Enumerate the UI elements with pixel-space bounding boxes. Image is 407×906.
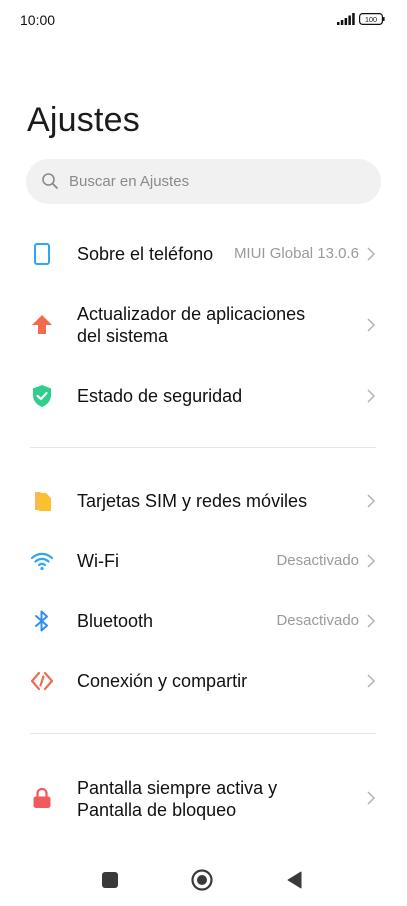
battery-icon: 100 — [359, 13, 385, 25]
chevron-right-icon — [367, 791, 376, 805]
back-triangle-icon[interactable] — [283, 868, 307, 892]
battery-level: 100 — [365, 15, 377, 24]
wifi-icon — [30, 552, 54, 571]
status-bar: 10:00 100 — [0, 0, 407, 40]
chevron-right-icon — [367, 554, 376, 568]
settings-item-label: Wi-Fi — [77, 551, 119, 571]
bluetooth-icon — [35, 610, 48, 632]
settings-item-label-line2: Pantalla de bloqueo — [77, 800, 237, 820]
settings-item-label: Bluetooth — [77, 611, 154, 631]
settings-item-value: Desactivado — [276, 612, 359, 629]
status-time: 10:00 — [20, 12, 56, 28]
settings-item-bluetooth[interactable]: Bluetooth Desactivado — [0, 593, 407, 649]
chevron-right-icon — [367, 494, 376, 508]
settings-item-system-apps-updater[interactable]: Actualizador de aplicaciones del sistema — [0, 294, 407, 356]
settings-item-label: Sobre el teléfono — [77, 244, 214, 264]
phone-icon — [34, 243, 50, 265]
update-arrow-icon — [32, 315, 52, 334]
settings-screen: 10:00 100 Ajustes Sobre el teléfono MIUI… — [0, 0, 407, 906]
settings-item-connection-sharing[interactable]: Conexión y compartir — [0, 653, 407, 709]
search-icon — [42, 173, 58, 189]
search-input[interactable] — [69, 159, 364, 204]
settings-item-security-status[interactable]: Estado de seguridad — [0, 368, 407, 424]
page-title: Ajustes — [27, 101, 140, 139]
settings-item-label: Estado de seguridad — [77, 386, 243, 406]
share-connection-icon — [30, 671, 54, 691]
settings-item-wifi[interactable]: Wi-Fi Desactivado — [0, 533, 407, 589]
signal-icon — [337, 13, 355, 25]
navigation-bar — [0, 858, 407, 906]
chevron-right-icon — [367, 389, 376, 403]
search-bar[interactable] — [26, 159, 381, 204]
settings-item-value: MIUI Global 13.0.6 — [233, 245, 359, 262]
sim-card-icon — [35, 492, 51, 511]
settings-item-label-line2: del sistema — [77, 326, 169, 346]
section-divider — [30, 447, 376, 448]
settings-item-always-on-lock-screen[interactable]: Pantalla siempre activa y Pantalla de bl… — [0, 767, 407, 829]
settings-item-label: Conexión y compartir — [77, 671, 248, 691]
settings-item-label-line1: Actualizador de aplicaciones — [77, 304, 306, 324]
chevron-right-icon — [367, 614, 376, 628]
settings-item-about-phone[interactable]: Sobre el teléfono MIUI Global 13.0.6 — [0, 226, 407, 282]
settings-item-label-line1: Pantalla siempre activa y — [77, 778, 278, 798]
recents-square-icon[interactable] — [98, 868, 122, 892]
chevron-right-icon — [367, 318, 376, 332]
shield-check-icon — [33, 385, 51, 407]
settings-item-label: Tarjetas SIM y redes móviles — [77, 491, 308, 511]
home-circle-icon[interactable] — [190, 868, 214, 892]
settings-item-value: Desactivado — [276, 552, 359, 569]
lock-icon — [33, 787, 51, 808]
chevron-right-icon — [367, 674, 376, 688]
section-divider — [30, 733, 376, 734]
chevron-right-icon — [367, 247, 376, 261]
settings-item-sim-cards[interactable]: Tarjetas SIM y redes móviles — [0, 473, 407, 529]
